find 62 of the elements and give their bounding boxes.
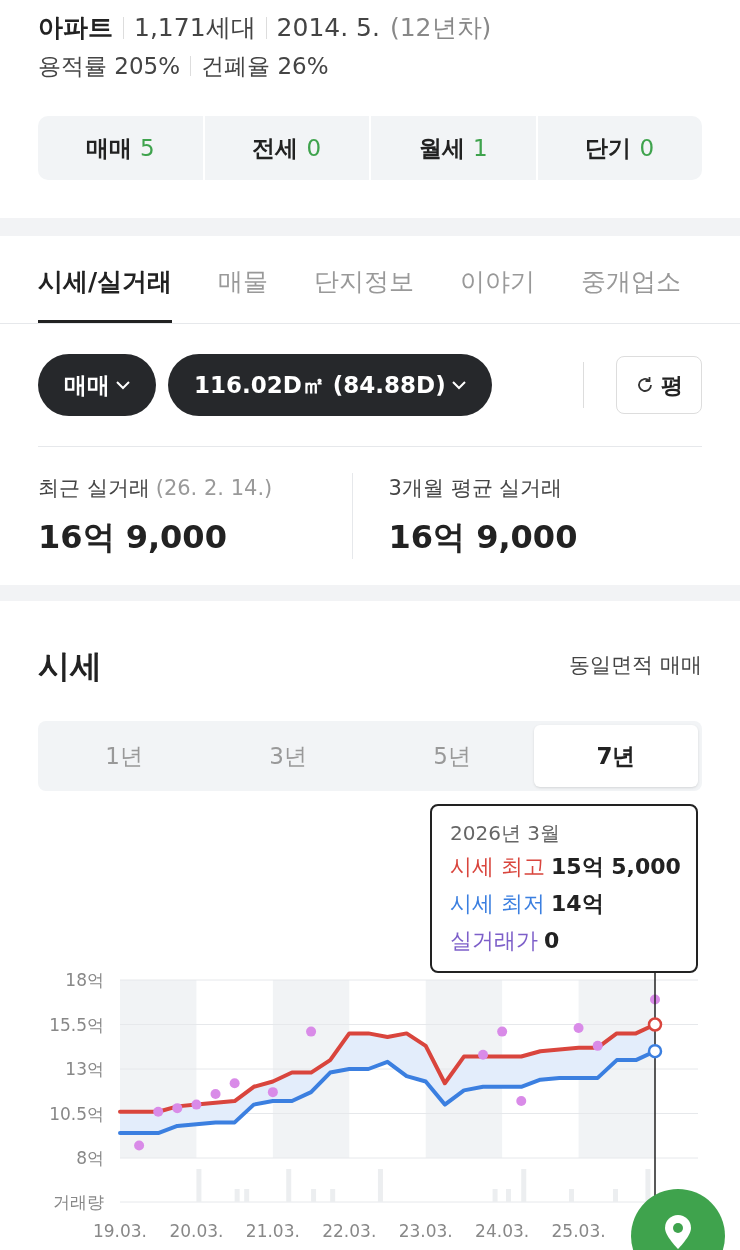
high-price-marker bbox=[647, 1017, 663, 1032]
volume-label: 거래량 bbox=[53, 1192, 104, 1212]
chevron-down-icon bbox=[116, 380, 130, 390]
x-axis-label: 22.03. bbox=[322, 1221, 377, 1241]
listing-count-tab[interactable]: 매매 5 bbox=[38, 116, 203, 180]
transaction-dot bbox=[306, 1026, 317, 1037]
x-axis-label: 23.03. bbox=[398, 1221, 453, 1241]
transaction-dot bbox=[573, 1023, 584, 1034]
listing-count-tab[interactable]: 월세 1 bbox=[371, 116, 536, 180]
y-axis-label: 8억 bbox=[76, 1148, 104, 1168]
y-axis-label: 15.5억 bbox=[49, 1014, 104, 1035]
transaction-dot bbox=[592, 1040, 603, 1051]
section-title: 시세 bbox=[38, 646, 102, 687]
chevron-down-icon bbox=[451, 380, 466, 390]
listing-count-tab[interactable]: 단기 0 bbox=[537, 116, 702, 180]
x-axis-label: 24.03. bbox=[475, 1221, 530, 1241]
transaction-dot bbox=[267, 1087, 278, 1098]
built-date: 2014. 5. bbox=[276, 12, 380, 44]
building-age: (12년차) bbox=[389, 12, 492, 44]
tooltip-value: 15억 5,000 bbox=[551, 853, 681, 881]
transaction-dot bbox=[210, 1088, 221, 1099]
section-tab[interactable]: 시세/실거래 bbox=[38, 262, 173, 323]
transaction-dot bbox=[497, 1026, 508, 1037]
stat-value: 16억 9,000 bbox=[38, 517, 228, 558]
transaction-dot bbox=[134, 1140, 145, 1151]
transaction-dot bbox=[153, 1106, 164, 1117]
tooltip-value: 0 bbox=[544, 927, 560, 955]
filter-dropdown[interactable]: 116.02D㎡ (84.88D) bbox=[168, 354, 492, 416]
transaction-dot bbox=[516, 1096, 527, 1107]
x-axis-label: 19.03. bbox=[92, 1221, 148, 1241]
tooltip-label: 시세 최고 bbox=[450, 853, 545, 881]
stat-date: (26. 2. 14.) bbox=[155, 475, 273, 502]
transaction-dot bbox=[229, 1078, 240, 1089]
refresh-icon bbox=[635, 375, 655, 395]
filter-dropdown[interactable]: 매매 bbox=[38, 354, 156, 416]
stat-label: 3개월 평균 실거래 bbox=[388, 475, 563, 502]
low-price-marker bbox=[647, 1043, 663, 1059]
floor-area-ratio: 용적률 205% bbox=[38, 52, 181, 81]
listing-count-tab[interactable]: 전세 0 bbox=[204, 116, 369, 180]
household-count: 1,171세대 bbox=[134, 12, 256, 44]
x-axis-label: 21.03. bbox=[245, 1221, 300, 1241]
location-pin-icon bbox=[663, 1215, 693, 1250]
transaction-dot bbox=[172, 1103, 183, 1114]
building-coverage-ratio: 건폐율 26% bbox=[201, 52, 329, 81]
y-axis-label: 10.5억 bbox=[49, 1103, 104, 1124]
transaction-dot bbox=[191, 1099, 202, 1110]
tooltip-value: 14억 bbox=[551, 890, 604, 918]
tooltip-title: 2026년 3월 bbox=[450, 820, 561, 847]
stat-value: 16억 9,000 bbox=[388, 517, 579, 558]
stat-label: 최근 실거래 bbox=[38, 475, 150, 502]
building-type: 아파트 bbox=[38, 12, 113, 44]
x-axis-label: 20.03. bbox=[169, 1221, 224, 1241]
period-tab[interactable]: 7년 bbox=[534, 725, 698, 787]
tooltip-label: 실거래가 bbox=[450, 927, 538, 955]
section-subtitle: 동일면적 매매 bbox=[569, 652, 702, 680]
tooltip-label: 시세 최저 bbox=[450, 890, 545, 918]
y-axis-label: 18억 bbox=[65, 970, 104, 990]
unit-toggle-button[interactable]: 평 bbox=[616, 356, 702, 414]
x-axis-label: 25.03. bbox=[551, 1221, 606, 1241]
transaction-dot bbox=[650, 994, 660, 1005]
transaction-dot bbox=[478, 1049, 489, 1060]
y-axis-label: 13억 bbox=[65, 1059, 104, 1079]
